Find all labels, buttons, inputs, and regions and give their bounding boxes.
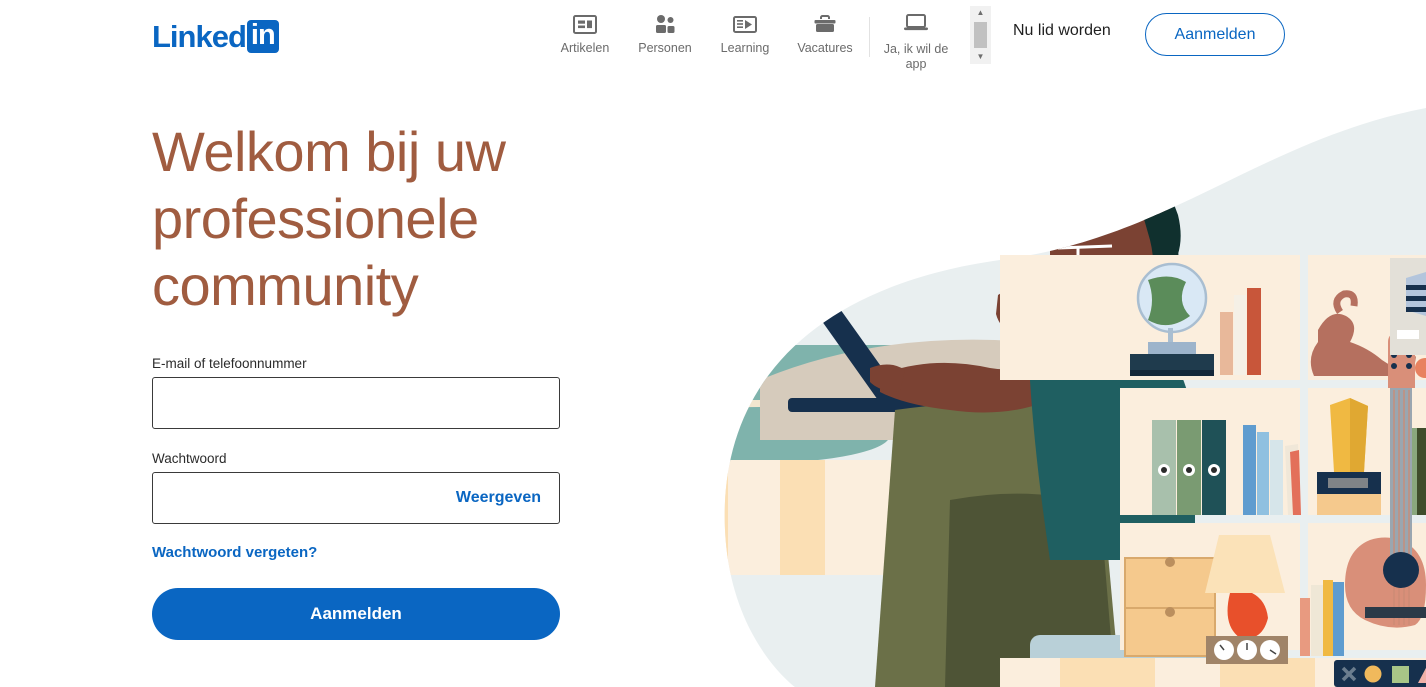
sand-stripe-a	[724, 460, 728, 575]
learning-video-icon	[733, 12, 757, 38]
logo-in-badge: in	[246, 20, 279, 54]
shelf-blob	[1000, 255, 1120, 380]
email-field-box[interactable]	[152, 377, 560, 429]
book	[1257, 432, 1269, 515]
nav-item-personen[interactable]: Personen	[625, 8, 705, 55]
people-icon	[653, 12, 677, 38]
nav-divider	[869, 17, 870, 57]
forgot-password-link[interactable]: Wachtwoord vergeten?	[152, 544, 317, 561]
nav-item-label: Ja, ik wil de app	[883, 42, 949, 71]
password-field-label: Wachtwoord	[152, 451, 227, 466]
join-now-link[interactable]: Nu lid worden	[1013, 22, 1111, 40]
linkedin-login-page: Linked in Artikelen Personen Learning Va…	[0, 0, 1426, 687]
scroll-down-arrow[interactable]: ▼	[977, 53, 985, 61]
nav-item-vacatures[interactable]: Vacatures	[785, 8, 865, 55]
logo-wordmark: Linked	[152, 19, 247, 55]
window	[1390, 258, 1426, 355]
hero-illustration	[700, 80, 1426, 687]
drawers	[1124, 557, 1216, 657]
briefcase-icon	[813, 12, 837, 38]
circle-shape-icon	[1364, 665, 1382, 683]
submit-signin-button[interactable]: Aanmelden	[152, 588, 560, 640]
book	[1323, 580, 1333, 656]
page-headline: Welkom bij uw professionele community	[152, 120, 506, 318]
illustration-svg	[724, 80, 1426, 687]
book	[1311, 585, 1323, 656]
book	[1300, 598, 1310, 656]
book	[1333, 582, 1344, 656]
nav-item-app-promo[interactable]: Ja, ik wil de app	[874, 8, 958, 72]
sand-stripe-b	[780, 460, 825, 575]
clocks	[1206, 636, 1288, 664]
book	[1220, 312, 1233, 375]
nav-item-learning[interactable]: Learning	[705, 8, 785, 55]
nav-item-label: Personen	[638, 41, 692, 55]
book	[1417, 428, 1426, 515]
header-scrollbar[interactable]: ▲ ▼	[970, 6, 991, 64]
nav-item-artikelen[interactable]: Artikelen	[545, 8, 625, 55]
article-icon	[573, 12, 597, 38]
linkedin-logo[interactable]: Linked in	[152, 19, 279, 55]
book	[1243, 425, 1256, 515]
show-password-button[interactable]: Weergeven	[450, 488, 547, 508]
header-signin-button[interactable]: Aanmelden	[1145, 13, 1285, 56]
toolbar-panel	[1334, 660, 1426, 687]
laptop-icon	[903, 12, 929, 39]
primary-nav: Artikelen Personen Learning Vacatures Ja…	[545, 8, 958, 71]
site-header: Linked in Artikelen Personen Learning Va…	[0, 0, 1426, 71]
book	[1234, 295, 1246, 375]
binders	[1152, 420, 1226, 515]
clouds	[767, 162, 955, 276]
password-field-box[interactable]: Weergeven	[152, 472, 560, 524]
square-shape-icon	[1392, 666, 1409, 683]
nav-item-label: Artikelen	[560, 41, 610, 55]
book	[1270, 440, 1283, 515]
scroll-up-arrow[interactable]: ▲	[977, 9, 985, 17]
field-gap	[152, 429, 560, 451]
nav-item-label: Learning	[720, 41, 770, 55]
scroll-thumb[interactable]	[974, 22, 987, 48]
email-field-label: E-mail of telefoonnummer	[152, 356, 307, 371]
login-form: E-mail of telefoonnummer Wachtwoord Weer…	[152, 356, 560, 640]
nav-item-label: Vacatures	[797, 41, 853, 55]
email-input[interactable]	[153, 378, 559, 428]
book	[1247, 288, 1261, 375]
